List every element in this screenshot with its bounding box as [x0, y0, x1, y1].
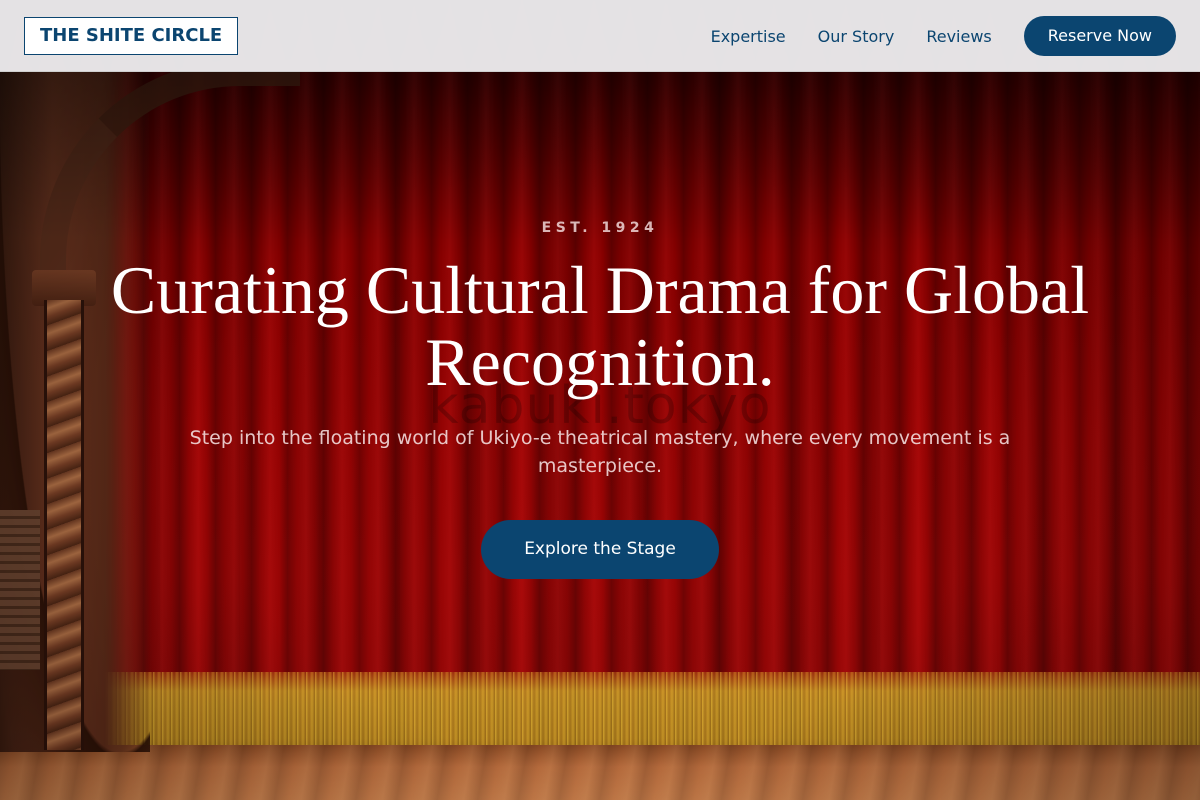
reserve-now-button[interactable]: Reserve Now	[1023, 16, 1176, 56]
nav-link-expertise[interactable]: Expertise	[711, 27, 786, 46]
site-header: THE SHITE CIRCLE Expertise Our Story Rev…	[0, 0, 1200, 72]
nav-link-reviews[interactable]: Reviews	[926, 27, 991, 46]
hero-eyebrow: EST. 1924	[541, 220, 659, 236]
hero-subtext: Step into the floating world of Ukiyo-e …	[189, 427, 1011, 477]
hero-section: EST. 1924 Curating Cultural Drama for Gl…	[0, 0, 1200, 800]
site-logo[interactable]: THE SHITE CIRCLE	[24, 17, 239, 55]
hero-headline: Curating Cultural Drama for Global Recog…	[110, 252, 1090, 400]
landing-page: kabuki.tokyo THE SHITE CIRCLE Expertise …	[0, 0, 1200, 800]
nav-link-our-story[interactable]: Our Story	[818, 27, 895, 46]
explore-stage-button[interactable]: Explore the Stage	[481, 520, 719, 579]
main-nav: Expertise Our Story Reviews Reserve Now	[711, 0, 1176, 72]
